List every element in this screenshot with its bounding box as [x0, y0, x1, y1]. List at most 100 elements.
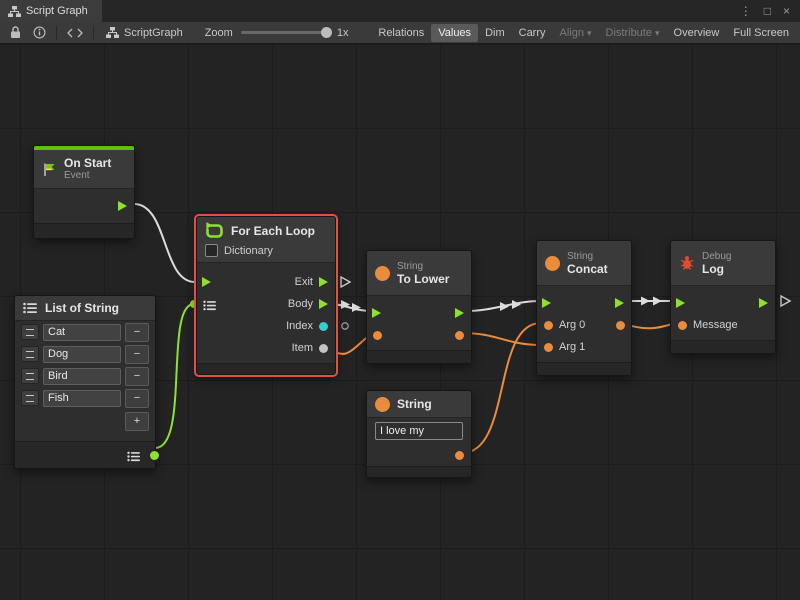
result-output-port[interactable]: [616, 321, 625, 330]
list-output-port[interactable]: [150, 451, 159, 460]
zoom-value: 1x: [337, 27, 349, 39]
distribute-label: Distribute: [606, 27, 652, 39]
dictionary-checkbox[interactable]: [205, 244, 218, 257]
node-title: Log: [702, 262, 731, 276]
flow-output-port[interactable]: [615, 298, 624, 308]
distribute-button[interactable]: Distribute▾: [599, 24, 667, 42]
remove-item-button[interactable]: −: [125, 367, 149, 386]
node-header: String Concat: [537, 241, 631, 286]
message-input-port[interactable]: [678, 321, 687, 330]
node-string-literal[interactable]: String: [366, 390, 472, 478]
toolbar-divider: [93, 26, 94, 40]
drag-handle-icon[interactable]: [21, 346, 39, 362]
flow-output-port[interactable]: [118, 201, 127, 211]
drag-handle-icon[interactable]: [21, 324, 39, 340]
node-category: String: [567, 251, 608, 262]
node-on-start[interactable]: On Start Event: [33, 145, 135, 239]
flow-input-port[interactable]: [372, 308, 381, 318]
list-item-field[interactable]: [43, 324, 121, 341]
node-list-of-string[interactable]: List of String − − − − +: [14, 295, 156, 469]
close-icon[interactable]: ×: [783, 0, 790, 22]
node-title: On Start: [64, 156, 111, 170]
add-item-button[interactable]: +: [125, 412, 149, 431]
port-label-index: Index: [286, 320, 313, 332]
port-label-message: Message: [693, 319, 738, 331]
list-item-row: −: [15, 387, 155, 409]
node-title: For Each Loop: [231, 224, 315, 238]
node-title: String: [397, 397, 432, 411]
flow-output-port[interactable]: [455, 308, 464, 318]
chevron-down-icon: ▾: [655, 28, 660, 38]
list-item-field[interactable]: [43, 346, 121, 363]
arg0-input-port[interactable]: [544, 321, 553, 330]
node-title: List of String: [45, 301, 119, 315]
align-button[interactable]: Align▾: [553, 24, 599, 42]
code-icon[interactable]: [61, 28, 89, 38]
flow-input-port[interactable]: [676, 298, 685, 308]
node-concat[interactable]: String Concat Arg 0 Arg 1: [536, 240, 632, 376]
toolbar-divider: [56, 26, 57, 40]
drag-handle-icon[interactable]: [21, 368, 39, 384]
loop-icon: [205, 222, 224, 240]
overview-button[interactable]: Overview: [667, 24, 727, 42]
list-icon: [23, 302, 38, 314]
port-label-arg0: Arg 0: [559, 319, 585, 331]
port-label-arg1: Arg 1: [559, 341, 585, 353]
string-icon: [545, 256, 560, 271]
window-menu-icon[interactable]: ⋮: [740, 0, 752, 22]
zoom-control: Zoom 1x: [205, 27, 349, 39]
list-item-row: −: [15, 365, 155, 387]
carry-button[interactable]: Carry: [512, 24, 553, 42]
node-header: On Start Event: [34, 150, 134, 189]
node-to-lower[interactable]: String To Lower: [366, 250, 472, 364]
string-value-field[interactable]: [375, 422, 463, 440]
fullscreen-button[interactable]: Full Screen: [726, 24, 796, 42]
spacer: [15, 433, 155, 441]
remove-item-button[interactable]: −: [125, 323, 149, 342]
string-icon: [375, 266, 390, 281]
arg1-input-port[interactable]: [544, 343, 553, 352]
flow-input-port[interactable]: [542, 298, 551, 308]
index-output-port[interactable]: [319, 322, 328, 331]
list-item-row: −: [15, 343, 155, 365]
body-output-port[interactable]: [319, 299, 328, 309]
remove-item-button[interactable]: −: [125, 389, 149, 408]
item-output-port[interactable]: [319, 344, 328, 353]
zoom-slider[interactable]: [241, 31, 329, 34]
chevron-down-icon: ▾: [587, 28, 592, 38]
string-output-port[interactable]: [455, 451, 464, 460]
list-input-port[interactable]: [203, 298, 217, 316]
drag-handle-icon[interactable]: [21, 390, 39, 406]
string-icon: [375, 397, 390, 412]
graph-name-label: ScriptGraph: [124, 27, 183, 39]
relations-button[interactable]: Relations: [371, 24, 431, 42]
node-for-each-loop[interactable]: For Each Loop Dictionary Exit Body Index…: [196, 216, 336, 375]
tab-script-graph[interactable]: Script Graph: [0, 0, 102, 22]
graph-toolbar: ScriptGraph Zoom 1x Relations Values Dim…: [0, 22, 800, 44]
exit-output-port[interactable]: [319, 277, 328, 287]
lock-icon[interactable]: [4, 26, 27, 39]
flow-output-port[interactable]: [759, 298, 768, 308]
port-label-item: Item: [292, 342, 313, 354]
window-controls: ⋮ □ ×: [740, 0, 800, 22]
string-input-port[interactable]: [373, 331, 382, 340]
string-output-port[interactable]: [455, 331, 464, 340]
remove-item-button[interactable]: −: [125, 345, 149, 364]
node-subtitle: Event: [64, 170, 111, 182]
values-button[interactable]: Values: [431, 24, 478, 42]
node-footer: [367, 350, 471, 363]
node-category: String: [397, 261, 449, 272]
node-title: To Lower: [397, 272, 449, 286]
info-icon[interactable]: [27, 26, 52, 39]
graph-name: ScriptGraph: [98, 27, 191, 39]
dim-button[interactable]: Dim: [478, 24, 512, 42]
maximize-icon[interactable]: □: [764, 0, 771, 22]
node-category: Debug: [702, 251, 731, 262]
node-header: List of String: [15, 296, 155, 321]
flow-input-port[interactable]: [202, 277, 211, 287]
node-debug-log[interactable]: Debug Log Message: [670, 240, 776, 354]
zoom-slider-knob[interactable]: [321, 27, 332, 38]
list-item-field[interactable]: [43, 368, 121, 385]
align-label: Align: [560, 27, 584, 39]
list-item-field[interactable]: [43, 390, 121, 407]
